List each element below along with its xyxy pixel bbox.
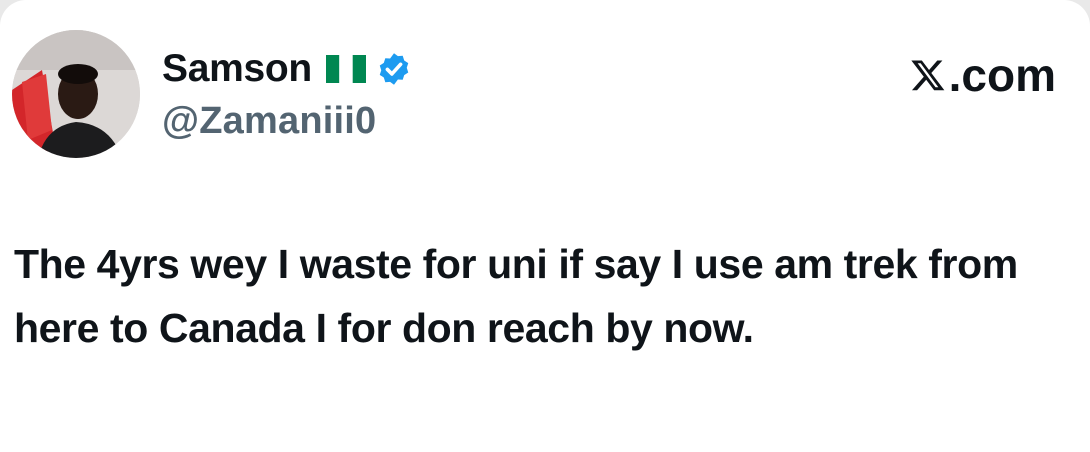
tweet-card: Samson @Zamaniii0 .com The 4yrs wey I wa… <box>0 0 1090 452</box>
x-logo-icon <box>909 57 947 93</box>
author-row: Samson <box>162 46 412 92</box>
avatar[interactable] <box>12 30 140 158</box>
tweet-text: The 4yrs wey I waste for uni if say I us… <box>14 241 1018 351</box>
brand-label: .com <box>948 49 1056 101</box>
brand-watermark: .com <box>909 48 1056 102</box>
profile-photo <box>12 30 140 158</box>
author-name[interactable]: Samson <box>162 47 312 91</box>
verified-badge-icon[interactable] <box>376 51 412 87</box>
author-handle[interactable]: @Zamaniii0 <box>162 100 376 143</box>
nigeria-flag-icon <box>325 55 366 83</box>
